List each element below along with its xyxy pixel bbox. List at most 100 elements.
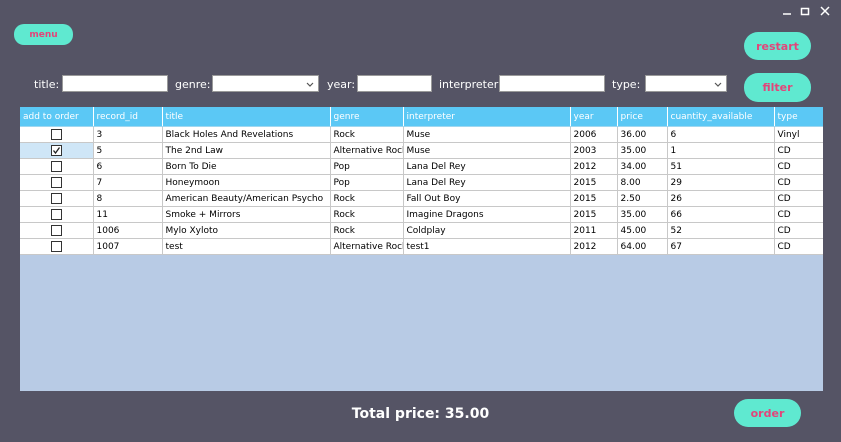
- genre-cell[interactable]: Pop: [330, 174, 404, 191]
- add-to-order-checkbox[interactable]: [50, 145, 62, 156]
- title-cell[interactable]: Born To Die: [162, 158, 331, 175]
- title-cell[interactable]: Mylo Xyloto: [162, 222, 331, 239]
- quantity-cell[interactable]: 51: [667, 158, 775, 175]
- interpreter-cell[interactable]: Lana Del Rey: [403, 174, 571, 191]
- records-grid[interactable]: add to order record_id title genre inter…: [20, 107, 823, 391]
- add-to-order-cell[interactable]: [20, 238, 94, 255]
- table-row[interactable]: 1007 test Alternative Rock test1 2012 64.00 67…: [20, 238, 823, 255]
- record-id-cell[interactable]: 8: [93, 190, 163, 207]
- type-filter-select[interactable]: [645, 75, 727, 92]
- add-to-order-cell[interactable]: [20, 222, 94, 239]
- add-to-order-cell[interactable]: [20, 158, 94, 175]
- price-cell[interactable]: 64.00: [617, 238, 668, 255]
- minimize-icon[interactable]: [780, 4, 794, 18]
- add-to-order-cell[interactable]: [20, 206, 94, 223]
- year-cell[interactable]: 2006: [570, 126, 618, 143]
- price-cell[interactable]: 45.00: [617, 222, 668, 239]
- table-row[interactable]: 7 Honeymoon Pop Lana Del Rey 2015 8.00 29 CD: [20, 174, 823, 191]
- price-cell[interactable]: 8.00: [617, 174, 668, 191]
- table-row[interactable]: 6 Born To Die Pop Lana Del Rey 2012 34.00 51 CD: [20, 158, 823, 175]
- add-to-order-cell[interactable]: [20, 190, 94, 207]
- table-row[interactable]: 5 The 2nd Law Alternative Rock Muse 2003 35.0…: [20, 142, 823, 159]
- year-cell[interactable]: 2015: [570, 206, 618, 223]
- type-cell[interactable]: CD: [774, 174, 823, 191]
- title-cell[interactable]: Black Holes And Revelations: [162, 126, 331, 143]
- close-icon[interactable]: [818, 4, 832, 18]
- column-header-title[interactable]: title: [162, 107, 331, 127]
- year-cell[interactable]: 2015: [570, 190, 618, 207]
- add-to-order-checkbox[interactable]: [50, 225, 62, 236]
- title-filter-input[interactable]: [62, 75, 168, 92]
- add-to-order-cell[interactable]: [20, 126, 94, 143]
- year-cell[interactable]: 2015: [570, 174, 618, 191]
- column-header-interpreter[interactable]: interpreter: [403, 107, 571, 127]
- table-row[interactable]: 11 Smoke + Mirrors Rock Imagine Dragons 2015…: [20, 206, 823, 223]
- filter-button[interactable]: filter: [744, 73, 811, 102]
- type-cell[interactable]: CD: [774, 142, 823, 159]
- year-cell[interactable]: 2012: [570, 158, 618, 175]
- type-cell[interactable]: Vinyl: [774, 126, 823, 143]
- add-to-order-cell[interactable]: [20, 174, 94, 191]
- interpreter-cell[interactable]: Fall Out Boy: [403, 190, 571, 207]
- genre-cell[interactable]: Alternative Rock: [330, 142, 404, 159]
- add-to-order-checkbox[interactable]: [50, 193, 62, 204]
- quantity-cell[interactable]: 6: [667, 126, 775, 143]
- year-filter-input[interactable]: [357, 75, 432, 92]
- type-cell[interactable]: CD: [774, 238, 823, 255]
- column-header-price[interactable]: price: [617, 107, 668, 127]
- price-cell[interactable]: 2.50: [617, 190, 668, 207]
- add-to-order-checkbox[interactable]: [50, 129, 62, 140]
- column-header-record-id[interactable]: record_id: [93, 107, 163, 127]
- title-cell[interactable]: Smoke + Mirrors: [162, 206, 331, 223]
- interpreter-cell[interactable]: Imagine Dragons: [403, 206, 571, 223]
- year-cell[interactable]: 2011: [570, 222, 618, 239]
- type-cell[interactable]: CD: [774, 206, 823, 223]
- price-cell[interactable]: 36.00: [617, 126, 668, 143]
- genre-cell[interactable]: Rock: [330, 126, 404, 143]
- menu-button[interactable]: menu: [14, 24, 73, 45]
- table-row[interactable]: 1006 Mylo Xyloto Rock Coldplay 2011 45.00 52 CD: [20, 222, 823, 239]
- interpreter-cell[interactable]: Lana Del Rey: [403, 158, 571, 175]
- title-cell[interactable]: Honeymoon: [162, 174, 331, 191]
- title-cell[interactable]: The 2nd Law: [162, 142, 331, 159]
- table-row[interactable]: 3 Black Holes And Revelations Rock Muse 2006…: [20, 126, 823, 143]
- quantity-cell[interactable]: 66: [667, 206, 775, 223]
- add-to-order-checkbox[interactable]: [50, 209, 62, 220]
- add-to-order-checkbox[interactable]: [50, 177, 62, 188]
- column-header-quantity-available[interactable]: cuantity_available: [667, 107, 775, 127]
- record-id-cell[interactable]: 7: [93, 174, 163, 191]
- price-cell[interactable]: 35.00: [617, 142, 668, 159]
- type-cell[interactable]: CD: [774, 222, 823, 239]
- year-cell[interactable]: 2012: [570, 238, 618, 255]
- interpreter-cell[interactable]: Muse: [403, 126, 571, 143]
- type-cell[interactable]: CD: [774, 158, 823, 175]
- genre-cell[interactable]: Pop: [330, 158, 404, 175]
- interpreter-cell[interactable]: test1: [403, 238, 571, 255]
- quantity-cell[interactable]: 29: [667, 174, 775, 191]
- restart-button[interactable]: restart: [744, 32, 811, 60]
- title-cell[interactable]: test: [162, 238, 331, 255]
- genre-cell[interactable]: Rock: [330, 222, 404, 239]
- interpreter-filter-input[interactable]: [499, 75, 605, 92]
- interpreter-cell[interactable]: Coldplay: [403, 222, 571, 239]
- record-id-cell[interactable]: 1007: [93, 238, 163, 255]
- price-cell[interactable]: 35.00: [617, 206, 668, 223]
- year-cell[interactable]: 2003: [570, 142, 618, 159]
- genre-cell[interactable]: Rock: [330, 190, 404, 207]
- table-row[interactable]: 8 American Beauty/American Psycho Rock Fall…: [20, 190, 823, 207]
- price-cell[interactable]: 34.00: [617, 158, 668, 175]
- add-to-order-checkbox[interactable]: [50, 241, 62, 252]
- record-id-cell[interactable]: 3: [93, 126, 163, 143]
- add-to-order-cell[interactable]: [20, 142, 94, 159]
- quantity-cell[interactable]: 52: [667, 222, 775, 239]
- record-id-cell[interactable]: 5: [93, 142, 163, 159]
- genre-filter-select[interactable]: [212, 75, 319, 92]
- genre-cell[interactable]: Alternative Rock: [330, 238, 404, 255]
- column-header-year[interactable]: year: [570, 107, 618, 127]
- genre-cell[interactable]: Rock: [330, 206, 404, 223]
- column-header-genre[interactable]: genre: [330, 107, 404, 127]
- maximize-icon[interactable]: [798, 4, 812, 18]
- quantity-cell[interactable]: 1: [667, 142, 775, 159]
- add-to-order-checkbox[interactable]: [50, 161, 62, 172]
- type-cell[interactable]: CD: [774, 190, 823, 207]
